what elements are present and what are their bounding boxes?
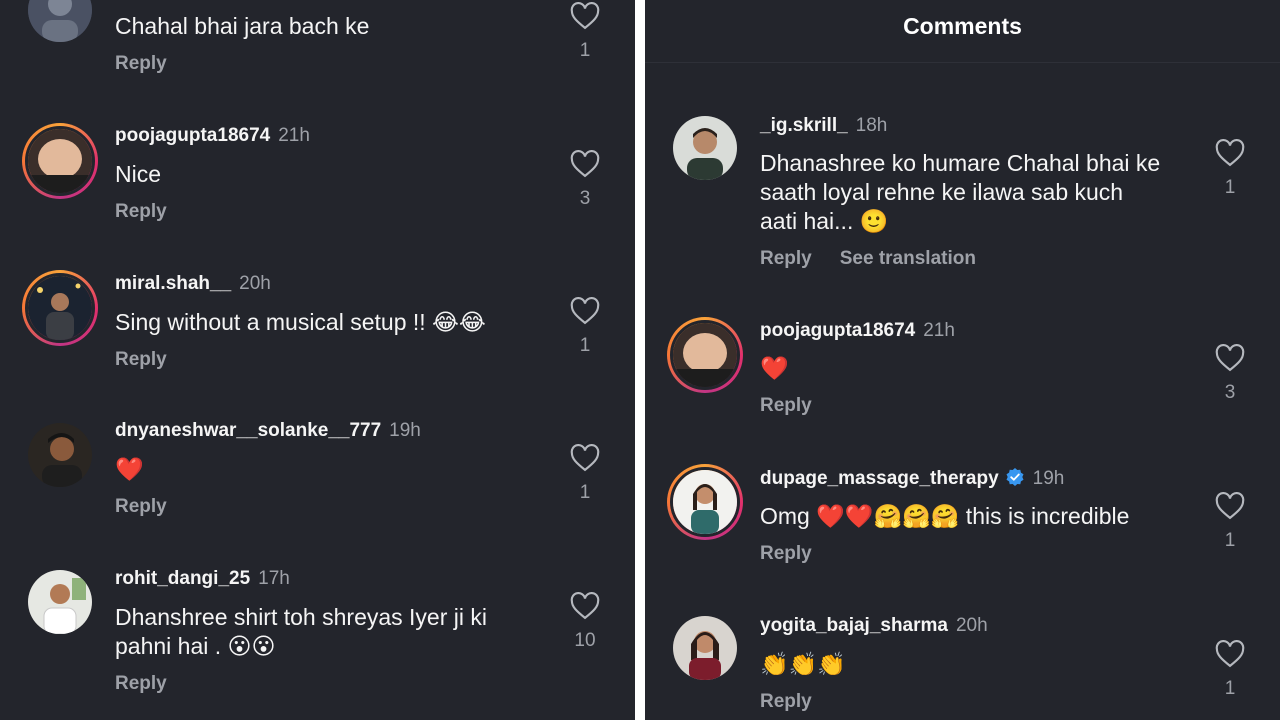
like-count: 10 — [574, 630, 596, 651]
comment-text-line: pahni hai . 😮😮 — [115, 633, 276, 659]
comment-username[interactable]: rohit_dangi_25 — [115, 568, 250, 589]
like-button[interactable]: 1 — [1215, 492, 1245, 552]
heart-outline-icon — [570, 444, 600, 472]
comment-username[interactable]: poojagupta18674 — [115, 125, 270, 146]
avatar[interactable] — [28, 570, 92, 634]
like-button[interactable]: 3 — [1215, 344, 1245, 404]
comment-username[interactable]: dupage_massage_therapy — [760, 468, 999, 489]
comment-time: 20h — [955, 615, 988, 636]
comment-text: Dhanashree ko humare Chahal bhai ke saat… — [760, 149, 1160, 236]
avatar-photo — [28, 570, 92, 634]
comment-time: 19h — [389, 420, 421, 441]
comment-text-line: Dhanashree ko humare Chahal bhai ke — [760, 150, 1161, 176]
comment-username[interactable]: yogita_bajaj_sharma — [760, 615, 948, 636]
comment-time: 20h — [239, 273, 271, 294]
reply-button[interactable]: Reply — [115, 53, 167, 74]
like-count: 3 — [579, 188, 591, 209]
comment-text-line: Dhanshree shirt toh shreyas Iyer ji ki — [115, 604, 487, 630]
reply-button[interactable]: Reply — [115, 201, 167, 222]
like-button[interactable]: 3 — [570, 150, 600, 210]
heart-outline-icon — [1215, 344, 1245, 372]
comment-text: Chahal bhai jara bach ke — [115, 13, 370, 39]
like-button[interactable]: 1 — [1215, 139, 1245, 199]
comment-text: Omg ❤️❤️🤗🤗🤗 this is incredible — [760, 503, 1130, 529]
see-translation-button[interactable]: See translation — [840, 248, 976, 269]
comment-time: 19h — [1032, 468, 1065, 489]
avatar-photo — [673, 116, 737, 180]
reply-button[interactable]: Reply — [760, 543, 812, 564]
comment-text: Dhanshree shirt toh shreyas Iyer ji ki p… — [115, 603, 487, 661]
avatar[interactable] — [28, 0, 92, 42]
avatar[interactable] — [28, 423, 92, 487]
comment-text-line: aati hai... 🙂 — [760, 208, 889, 234]
comment-username[interactable]: dnyaneshwar__solanke__777 — [115, 420, 381, 441]
like-button[interactable]: 1 — [570, 2, 600, 62]
comment-time: 21h — [923, 320, 955, 341]
avatar-photo — [28, 129, 92, 193]
like-button[interactable]: 1 — [570, 444, 600, 504]
heart-outline-icon — [570, 150, 600, 178]
comment-time: 17h — [258, 568, 290, 589]
heart-outline-icon — [570, 592, 600, 620]
reply-button[interactable]: Reply — [115, 496, 167, 517]
avatar-photo — [28, 276, 92, 340]
avatar-photo — [673, 470, 737, 534]
reply-button[interactable]: Reply — [760, 248, 812, 269]
avatar-photo — [28, 423, 92, 487]
avatar-photo — [673, 616, 737, 680]
avatar[interactable] — [22, 123, 98, 199]
reply-button[interactable]: Reply — [115, 673, 167, 694]
like-count: 1 — [1224, 530, 1236, 551]
like-count: 1 — [1224, 177, 1236, 198]
reply-button[interactable]: Reply — [760, 395, 812, 416]
comment-username[interactable]: miral.shah__ — [115, 273, 231, 294]
comment-username[interactable]: poojagupta18674 — [760, 320, 915, 341]
comment-text: Nice — [115, 161, 162, 187]
heart-outline-icon — [1215, 492, 1245, 520]
like-button[interactable]: 1 — [570, 297, 600, 357]
heart-outline-icon — [1215, 139, 1245, 167]
like-count: 3 — [1224, 382, 1236, 403]
heart-outline-icon — [570, 2, 600, 30]
verified-badge-icon — [1006, 468, 1024, 486]
like-count: 1 — [579, 482, 591, 503]
comments-panel-left: Chahal bhai jara bach ke Reply 1 poojagu… — [0, 0, 635, 720]
comment-text: Sing without a musical setup !! 😂😂 — [115, 309, 486, 335]
avatar-photo — [673, 323, 737, 387]
comment-text: 👏👏👏 — [760, 651, 846, 677]
avatar[interactable] — [667, 317, 743, 393]
like-count: 1 — [579, 335, 591, 356]
avatar-photo — [28, 0, 92, 42]
like-count: 1 — [579, 40, 591, 61]
comment-username[interactable]: _ig.skrill_ — [760, 115, 848, 136]
avatar[interactable] — [22, 270, 98, 346]
reply-button[interactable]: Reply — [115, 349, 167, 370]
reply-button[interactable]: Reply — [760, 691, 812, 712]
comment-text-line: saath loyal rehne ke ilawa sab kuch — [760, 179, 1124, 205]
avatar[interactable] — [673, 116, 737, 180]
heart-outline-icon — [570, 297, 600, 325]
like-button[interactable]: 1 — [1215, 640, 1245, 700]
page-title: Comments — [903, 13, 1022, 39]
comment-time: 18h — [855, 115, 888, 136]
avatar[interactable] — [673, 616, 737, 680]
comment-text: ❤️ — [115, 456, 144, 482]
comments-header: Comments — [645, 0, 1280, 62]
comment-time: 21h — [278, 125, 310, 146]
like-count: 1 — [1224, 678, 1236, 699]
comment-text: ❤️ — [760, 355, 789, 381]
divider — [645, 62, 1280, 63]
comments-panel-right: Comments _ig.skrill_ 18h Dhanashree ko hu… — [645, 0, 1280, 720]
heart-outline-icon — [1215, 640, 1245, 668]
avatar[interactable] — [667, 464, 743, 540]
like-button[interactable]: 10 — [570, 592, 600, 652]
